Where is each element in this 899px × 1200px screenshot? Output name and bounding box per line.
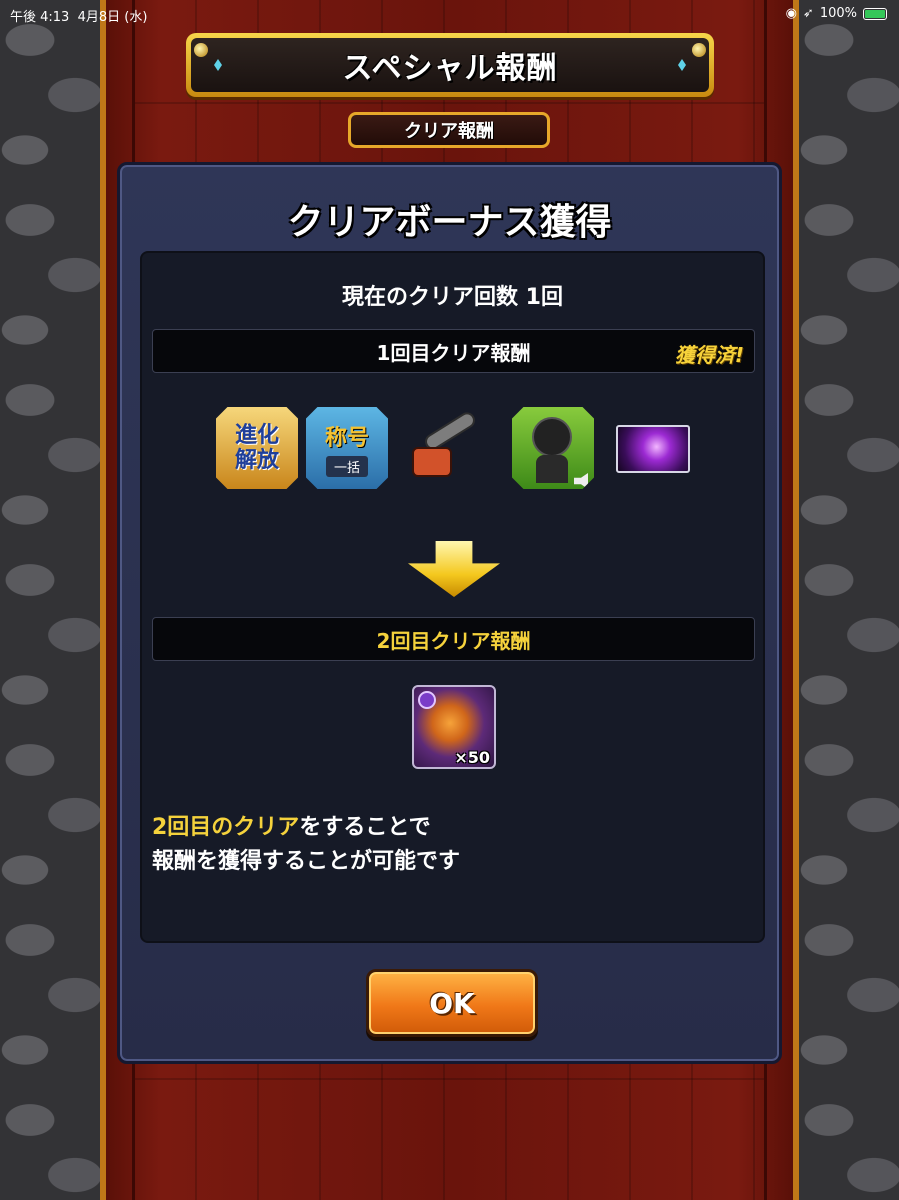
first-reward-label: 1回目クリア報酬	[376, 340, 531, 365]
card-art-icon[interactable]	[616, 425, 690, 473]
second-reward-label: 2回目クリア報酬	[376, 628, 531, 653]
page-title: スペシャル報酬	[191, 38, 709, 92]
speaker-icon	[574, 473, 588, 489]
stone-wall-left	[0, 0, 100, 1200]
battery-icon	[863, 7, 887, 20]
status-bar: 午後 4:13 4月8日 (水) ◉ ➶ 100%	[0, 0, 899, 28]
acquired-badge: 獲得済!	[674, 343, 744, 367]
bolt-icon	[692, 43, 706, 57]
arrow-down-icon	[408, 541, 500, 597]
dialog-title: クリアボーナス獲得	[287, 202, 612, 243]
stone-wall-right	[799, 0, 899, 1200]
reward-description: 2回目のクリアをすることで 報酬を獲得することが可能です	[152, 815, 461, 874]
reward-panel: 現在のクリア回数 1回 1回目クリア報酬 獲得済! 進化 解放 称号 一括 2回…	[140, 251, 765, 943]
location-icon: ➶	[802, 6, 814, 21]
second-reward-header: 2回目クリア報酬	[152, 617, 755, 661]
status-time: 午後 4:13 4月8日 (水)	[10, 10, 148, 25]
chainsaw-man-character-icon[interactable]: ×50	[412, 685, 496, 769]
ok-button[interactable]: OK	[366, 969, 538, 1037]
first-reward-header: 1回目クリア報酬 獲得済!	[152, 329, 755, 373]
bolt-icon	[194, 43, 208, 57]
tab-clear-reward[interactable]: クリア報酬	[348, 112, 550, 148]
clear-bonus-dialog: クリアボーナス獲得 現在のクリア回数 1回 1回目クリア報酬 獲得済! 進化 解…	[117, 162, 782, 1064]
evolution-unlock-icon[interactable]: 進化 解放	[216, 407, 298, 489]
clear-count-label: 現在のクリア回数 1回	[342, 285, 563, 310]
character-voice-icon[interactable]	[512, 407, 594, 489]
eye-icon: ◉	[785, 6, 797, 21]
chainsaw-item-icon[interactable]	[402, 407, 484, 489]
title-icon[interactable]: 称号 一括	[306, 407, 388, 489]
battery-percent: 100%	[819, 6, 857, 21]
item-quantity: ×50	[454, 748, 490, 767]
title-banner: スペシャル報酬	[186, 33, 714, 97]
element-icon	[418, 691, 436, 709]
